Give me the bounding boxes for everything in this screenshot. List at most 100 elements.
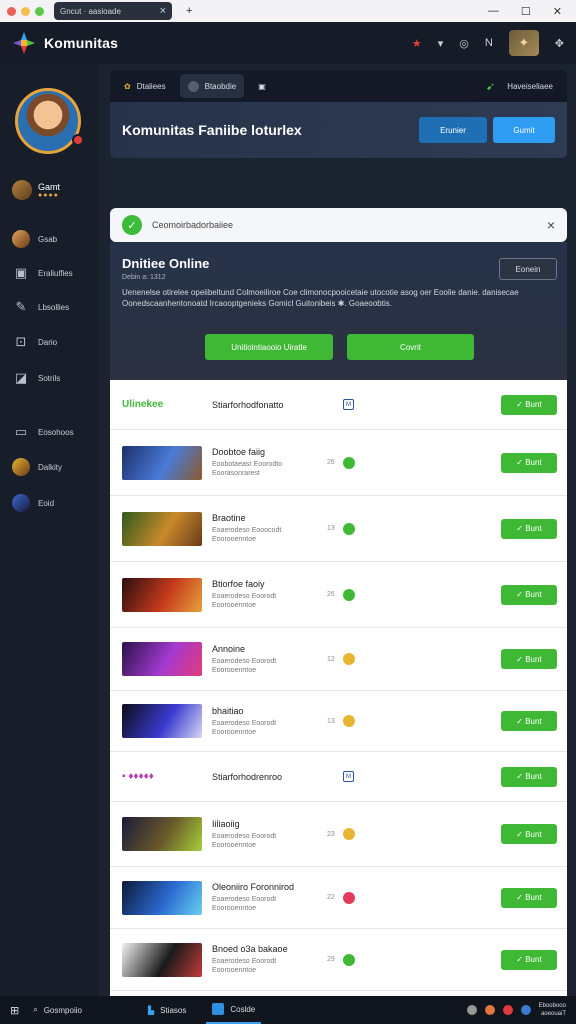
player-count: 23 [327,830,335,838]
sidebar-item-lbsollies[interactable]: ✎ Lbsollies [12,298,70,316]
minimize-window-dot[interactable] [21,6,30,16]
sidebar-item-eosohoos[interactable]: ▭ Eosohoos [12,423,74,441]
sidebar-item-gsab[interactable]: Gsab [12,230,57,248]
game-banner: Ulinekee [122,399,164,410]
sidebar-item-sotrils[interactable]: ◪ Sotrils [12,369,60,387]
status-indicator-icon [343,456,355,469]
game-title: Stiarforhodfonatto [212,399,284,410]
list-item[interactable]: ▪ ♦♦♦♦♦ Stiarforhodrenroo M ✓ Bunt [110,752,567,802]
close-tab-icon[interactable]: × [160,5,166,17]
maximize-window-dot[interactable] [35,6,44,16]
game-thumbnail[interactable] [122,942,202,977]
sidebar-item-label: Eoid [38,498,55,508]
leaf-icon[interactable]: ➹ [486,80,495,93]
game-thumbnail[interactable] [122,511,202,546]
maximize-icon[interactable]: ☐ [521,5,531,18]
list-item[interactable]: Annoine Eoaerodeso Eoorodt Eoorooenntoe 12… [110,628,567,691]
top-nav-right-label[interactable]: Haveiseliaee [507,82,553,91]
join-button[interactable]: ✓ Bunt [501,649,557,669]
game-info: Stiarforhodrenroo [212,772,322,782]
close-window-dot[interactable] [7,6,16,16]
sidebar-item-eoid[interactable]: Eoid [12,494,54,512]
player-count: 13 [327,525,335,532]
windows-icon[interactable]: ⊞ [10,1004,19,1017]
join-button[interactable]: ✓ Bunt [501,584,557,605]
tab-dtaliees[interactable]: ✿ Dtaliees [116,74,174,98]
clock[interactable]: Eboobooo aoeouaiT [539,1002,566,1018]
notice-bar: ✓ Ceomoirbadorbaiiee × [110,208,567,242]
game-list: Ulinekee Stiarforhodfonatto M ✓ Bunt Doobtoe… [110,380,567,1024]
list-item[interactable]: Btiorfoe faoiy Eoaerodeso Eoorodt Eoorooe… [110,562,567,628]
sidebar-game[interactable]: Gamt ●●●● [12,180,60,200]
tray-icon[interactable] [502,1005,513,1015]
join-button[interactable]: ✓ Bunt [501,766,557,787]
join-button[interactable]: ✓ Bunt [501,887,557,908]
game-info: Iiliaoiig Eoaerodeso Eoorodt Eoorooenntoe [212,819,322,850]
game-title: Oleoniiro Foronnirod [212,882,295,892]
taskbar-app-label: Stiasos [160,1005,187,1015]
sidebar-item-dalkity[interactable]: Dalkity [12,458,62,476]
sidebar-item-dario[interactable]: ⊡ Dario [12,333,58,351]
game-banner: ▪ ♦♦♦♦♦ [122,771,154,782]
game-thumbnail[interactable] [122,577,202,612]
minimize-icon[interactable]: — [488,5,499,18]
taskbar-app-1[interactable]: ▙ Stiasos [142,996,192,1024]
game-thumbnail[interactable] [122,445,202,480]
game-title: Doobtoe faiig [212,447,266,457]
join-button[interactable]: ✓ Bunt [501,949,557,970]
close-icon[interactable]: ✕ [553,5,562,18]
close-notice-icon[interactable]: × [547,217,555,233]
game-thumbnail[interactable] [122,817,202,851]
panel-description: Uenenelse otirelee opeiibeltund Colmoeil… [122,288,519,308]
chevron-down-icon[interactable]: ▾ [438,37,444,50]
grid-icon[interactable]: ✥ [555,37,564,50]
profile-avatar[interactable] [15,88,81,154]
tray-icon[interactable] [484,1005,495,1015]
tray-icon[interactable] [520,1005,531,1015]
hero-primary-button[interactable]: Gumit [493,117,555,143]
panel-comment-button[interactable]: Eonein [499,258,557,280]
game-title: Btiorfoe faoiy [212,579,265,589]
list-item[interactable]: Doobtoe faiig Eoobotaeasr Eoorodto Eooras… [110,430,567,496]
chat-icon[interactable]: ◎ [459,37,469,50]
tray-icon[interactable] [466,1005,477,1015]
letter-n-icon[interactable]: N [485,37,493,49]
join-button[interactable]: ✓ Bunt [501,518,557,539]
game-info: bhaitiao Eoaerodeso Eoorodt Eoorooenntoe [212,706,322,737]
panel-primary-button[interactable]: Unitiointiaooio Uiratle [205,334,333,360]
avatar-icon [12,494,30,512]
game-thumbnail[interactable] [122,642,202,676]
taskbar-app-2[interactable]: Coslde [206,996,262,1024]
browser-tab[interactable]: Gncut · aasioade × [54,2,172,20]
game-thumbnail[interactable] [122,880,202,915]
join-button[interactable]: ✓ Bunt [501,711,557,731]
paw-icon: ✿ [124,81,131,91]
join-button[interactable]: ✓ Bunt [501,452,557,473]
list-item[interactable]: bhaitiao Eoaerodeso Eoorodt Eoorooenntoe 1… [110,691,567,752]
tab-btaobdie[interactable]: Btaobdie [179,74,245,98]
new-tab-icon[interactable]: + [186,5,192,17]
star-icon[interactable]: ★ [412,37,422,50]
join-button[interactable]: ✓ Bunt [501,394,557,415]
search-box[interactable]: ⌕ Gosmpoiio [33,1005,82,1015]
tab-media[interactable]: ▣ [250,74,274,98]
game-thumbnail[interactable] [122,704,202,738]
game-meta: Eoobotaeasr Eoorodto Eoorasonrarest [212,461,283,477]
panel-secondary-button[interactable]: Covrit [347,334,474,360]
brand[interactable]: Komunitas [12,31,118,55]
browser-tab-title: Gncut · aasioade [60,6,121,16]
player-count: 26 [327,591,335,598]
user-avatar[interactable]: ✦ [508,30,539,56]
hero-secondary-button[interactable]: Erunier [419,117,487,143]
list-item[interactable]: Bnoed o3a bakaoe Eoaerodeso Eoorodt Eooro… [110,929,567,991]
list-item[interactable]: Braotine Eoaerodeso Eooocodt Eoorooenntoe… [110,496,567,562]
list-item[interactable]: Oleoniiro Foronnirod Eoaerodeso Eoorodt E… [110,867,567,929]
list-item[interactable]: Iiliaoiig Eoaerodeso Eoorodt Eoorooenntoe… [110,802,567,867]
sidebar-item-eraliulfies[interactable]: ▣ Eraliulfies [12,264,73,282]
check-icon: ✓ [122,215,142,235]
sidebar-item-label: Eraliulfies [38,268,73,278]
join-button[interactable]: ✓ Bunt [501,824,557,844]
list-item[interactable]: Ulinekee Stiarforhodfonatto M ✓ Bunt [110,380,567,430]
clock-line: aoeouaiT [540,1011,566,1017]
sidebar-item-label: Dario [38,337,58,347]
